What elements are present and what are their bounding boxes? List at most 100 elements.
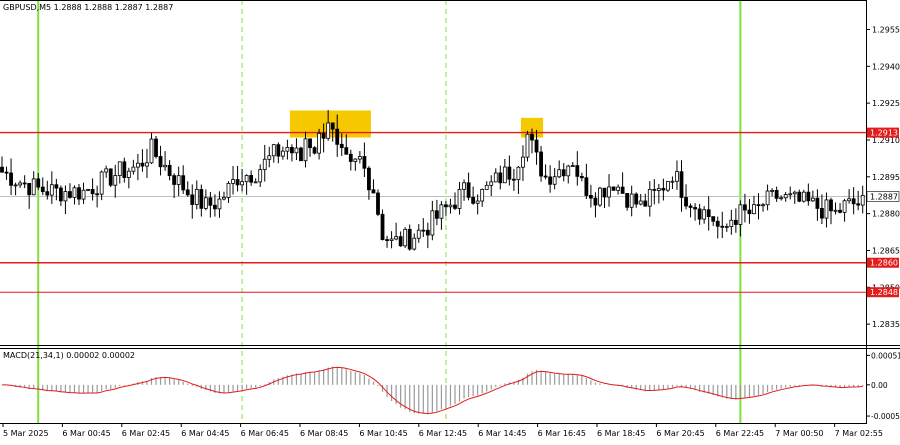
candle-body — [752, 204, 756, 215]
candle-body — [783, 194, 788, 199]
candle-body — [72, 187, 77, 198]
candle-body — [367, 167, 371, 191]
time-tick-label: 5 Mar 2025 — [3, 429, 49, 438]
candle-body — [625, 193, 630, 208]
candle-body — [303, 138, 308, 162]
candle-body — [371, 189, 376, 194]
candle-body — [99, 171, 104, 195]
candle-body — [602, 187, 607, 198]
candle-body — [172, 175, 177, 185]
time-tick-label: 6 Mar 04:45 — [181, 429, 229, 438]
level-tag-1.2913: 1.2913 — [870, 129, 898, 138]
candle-body — [543, 175, 548, 178]
candle-body — [738, 204, 743, 225]
candle-body — [530, 133, 534, 141]
candle-body — [724, 226, 729, 228]
candle-body — [575, 165, 580, 177]
candle-body — [502, 166, 507, 184]
candle-body — [348, 153, 353, 162]
candle-body — [661, 188, 666, 191]
candle-body — [176, 175, 181, 185]
candle-body — [679, 171, 684, 198]
candle-body — [557, 169, 562, 178]
candle-body — [226, 182, 231, 198]
chart-canvas[interactable]: 1.29551.29401.29251.29101.28951.28801.28… — [0, 0, 900, 441]
candle-body — [457, 188, 462, 209]
candle-body — [22, 182, 27, 185]
candle-body — [770, 189, 774, 192]
candle-body — [720, 225, 725, 228]
candle-body — [589, 195, 593, 199]
candle-body — [833, 209, 838, 212]
time-tick-label: 6 Mar 08:45 — [300, 429, 348, 438]
candle-body — [321, 132, 326, 139]
candle-body — [711, 216, 716, 222]
candle-body — [294, 147, 299, 154]
price-tick-label: 1.2955 — [872, 25, 900, 34]
chart-background — [0, 0, 900, 441]
candle-body — [570, 165, 575, 167]
candle-body — [471, 196, 476, 204]
candle-body — [797, 191, 802, 202]
candle-body — [267, 155, 272, 160]
candle-body — [167, 164, 172, 177]
candle-body — [521, 156, 525, 168]
candle-body — [54, 184, 59, 189]
candle-body — [385, 239, 389, 241]
price-axis[interactable]: 1.29551.29401.29251.29101.28951.28801.28… — [866, 25, 900, 329]
candle-body — [36, 178, 41, 188]
current-price-tag: 1.2887 — [870, 192, 898, 201]
candle-body — [18, 182, 23, 186]
candle-body — [511, 178, 516, 181]
candle-body — [516, 166, 521, 181]
candle-body — [684, 197, 688, 207]
candle-body — [135, 162, 140, 168]
candle-body — [729, 219, 734, 227]
candle-body — [534, 139, 539, 153]
candle-body — [222, 196, 226, 200]
candle-body — [670, 180, 675, 183]
candle-body — [27, 183, 32, 196]
candle-body — [688, 205, 693, 208]
candle-body — [733, 219, 738, 225]
candle-body — [453, 204, 457, 209]
candle-body — [403, 228, 408, 247]
candle-body — [262, 158, 267, 170]
candle-body — [77, 187, 81, 200]
candle-body — [842, 200, 847, 213]
candle-body — [9, 172, 13, 186]
candle-body — [344, 147, 349, 155]
candle-body — [213, 204, 217, 210]
candle-body — [525, 133, 530, 158]
candle-body — [194, 189, 199, 205]
candle-body — [58, 187, 63, 202]
candle-body — [376, 192, 380, 215]
candle-body — [851, 198, 856, 205]
candle-body — [824, 199, 829, 219]
candle-body — [280, 150, 285, 157]
candle-body — [357, 156, 362, 160]
candle-body — [434, 210, 439, 219]
candle-body — [145, 162, 149, 167]
candle-body — [774, 189, 779, 199]
candle-body — [394, 236, 399, 240]
candle-body — [838, 209, 842, 213]
candle-body — [49, 184, 54, 196]
candle-body — [743, 204, 747, 211]
price-tick-label: 1.2940 — [872, 62, 900, 71]
time-tick-label: 6 Mar 20:45 — [656, 429, 704, 438]
candle-body — [656, 188, 661, 191]
candle-body — [290, 147, 294, 154]
candle-body — [299, 147, 303, 162]
price-tick-label: 1.2865 — [872, 246, 900, 255]
candle-body — [548, 176, 553, 185]
price-tick-label: 1.2925 — [872, 99, 900, 108]
candle-body — [126, 170, 131, 178]
candle-body — [122, 161, 127, 178]
candle-body — [45, 191, 50, 196]
candle-body — [113, 175, 118, 186]
candle-body — [308, 138, 312, 149]
time-tick-label: 6 Mar 22:45 — [716, 429, 764, 438]
candle-body — [598, 187, 602, 206]
trading-chart-window[interactable]: 1.2955 1.2940 1.2925 1.2910 1.2895 1.2880 1.28… — [0, 0, 900, 441]
